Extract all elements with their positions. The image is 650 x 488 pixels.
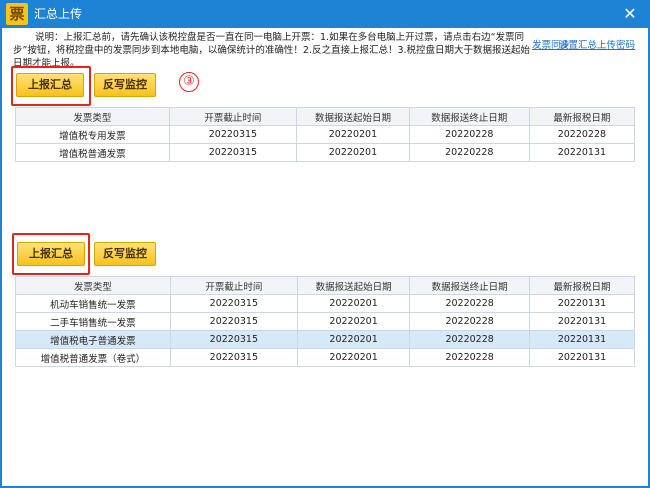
table-row[interactable]: 机动车销售统一发票 20220315 20220201 20220228 2022013…: [15, 294, 635, 313]
table-cell: 20220131: [529, 348, 635, 367]
table-cell: 20220131: [529, 330, 635, 349]
table-cell: 20220228: [528, 125, 636, 144]
close-icon[interactable]: ✕: [620, 4, 640, 24]
table-cell: 20220201: [296, 330, 411, 349]
writeback-monitor-button-2[interactable]: 反写监控: [94, 242, 156, 266]
report-summary-button-1[interactable]: 上报汇总: [16, 73, 84, 97]
table-cell: 20220228: [409, 330, 530, 349]
column-header[interactable]: 开票截止时间: [169, 276, 298, 295]
table-cell: 20220228: [408, 125, 530, 144]
table-cell: 20220131: [529, 294, 635, 313]
title-bar[interactable]: 票 汇总上传 ✕: [0, 0, 650, 28]
column-header[interactable]: 数据报送起始日期: [296, 107, 410, 126]
table-cell: 机动车销售统一发票: [15, 294, 171, 313]
table-row[interactable]: 增值税普通发票 20220315 20220201 20220228 20220131: [15, 143, 636, 162]
table-row[interactable]: 增值税普通发票（卷式） 20220315 20220201 20220228 20220…: [15, 348, 635, 367]
invoice-table-2: 发票类型 开票截止时间 数据报送起始日期 数据报送终止日期 最新报税日期 机动车销售统一…: [15, 276, 635, 367]
table-cell: 20220201: [296, 348, 411, 367]
table-cell: 20220131: [528, 143, 636, 162]
table-cell: 增值税专用发票: [15, 125, 170, 144]
table-cell: 20220228: [408, 143, 530, 162]
table-row[interactable]: 增值税电子普通发票 20220315 20220201 20220228 2022013…: [15, 330, 635, 349]
table-cell: 20220315: [168, 125, 298, 144]
instruction-text: 说明：上报汇总前，请先确认该税控盘是否一直在同一电脑上开票：1.如果在多台电脑上…: [13, 31, 533, 67]
column-header[interactable]: 最新报税日期: [529, 276, 635, 295]
column-header[interactable]: 发票类型: [15, 276, 171, 295]
table-cell: 20220315: [168, 143, 298, 162]
table-cell: 20220201: [296, 312, 411, 331]
column-header[interactable]: 数据报送终止日期: [408, 107, 530, 126]
table-cell: 20220228: [409, 348, 530, 367]
table-header-row: 发票类型 开票截止时间 数据报送起始日期 数据报送终止日期 最新报税日期: [15, 107, 636, 126]
table-cell: 增值税电子普通发票: [15, 330, 171, 349]
invoice-table-1: 发票类型 开票截止时间 数据报送起始日期 数据报送终止日期 最新报税日期 增值税专用发票…: [15, 107, 636, 162]
column-header[interactable]: 最新报税日期: [528, 107, 636, 126]
window-title: 汇总上传: [34, 7, 83, 21]
column-header[interactable]: 发票类型: [15, 107, 170, 126]
table-cell: 20220228: [409, 312, 530, 331]
set-upload-password-link[interactable]: 设置汇总上传密码: [559, 37, 635, 51]
table-cell: 20220228: [409, 294, 530, 313]
table-row[interactable]: 二手车销售统一发票 20220315 20220201 20220228 2022013…: [15, 312, 635, 331]
table-cell: 20220131: [529, 312, 635, 331]
table-cell: 20220315: [169, 348, 298, 367]
table-cell: 20220201: [296, 125, 410, 144]
column-header[interactable]: 数据报送起始日期: [296, 276, 411, 295]
table-row[interactable]: 增值税专用发票 20220315 20220201 20220228 20220228: [15, 125, 636, 144]
table-cell: 20220315: [169, 330, 298, 349]
column-header[interactable]: 数据报送终止日期: [409, 276, 530, 295]
table-header-row: 发票类型 开票截止时间 数据报送起始日期 数据报送终止日期 最新报税日期: [15, 276, 635, 295]
table-cell: 20220201: [296, 294, 411, 313]
table-cell: 20220315: [169, 294, 298, 313]
step-number-mark: ③: [179, 72, 199, 92]
instruction-body: 说明：上报汇总前，请先确认该税控盘是否一直在同一电脑上开票：1.如果在多台电脑上…: [13, 32, 531, 67]
table-cell: 二手车销售统一发票: [15, 312, 171, 331]
window-content: 说明：上报汇总前，请先确认该税控盘是否一直在同一电脑上开票：1.如果在多台电脑上…: [2, 28, 648, 486]
column-header[interactable]: 开票截止时间: [168, 107, 298, 126]
writeback-monitor-button-1[interactable]: 反写监控: [94, 73, 156, 97]
table-cell: 增值税普通发票（卷式）: [15, 348, 171, 367]
upload-window: 票 汇总上传 ✕ 说明：上报汇总前，请先确认该税控盘是否一直在同一电脑上开票：1…: [0, 0, 650, 488]
table-cell: 20220315: [169, 312, 298, 331]
table-cell: 增值税普通发票: [15, 143, 170, 162]
table-cell: 20220201: [296, 143, 410, 162]
invoice-app-icon: 票: [6, 3, 28, 25]
report-summary-button-2[interactable]: 上报汇总: [17, 242, 85, 266]
